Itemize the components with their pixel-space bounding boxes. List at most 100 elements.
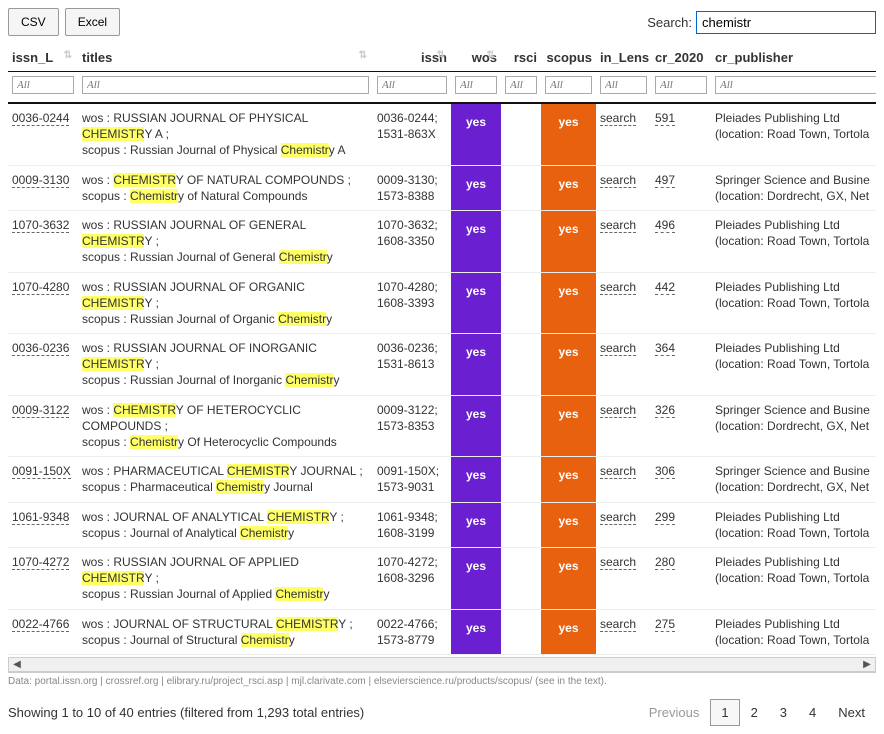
table-row: 0009-3130wos : CHEMISTRY OF NATURAL COMP… (8, 165, 876, 210)
titles-cell: wos : JOURNAL OF STRUCTURAL CHEMISTRY ;s… (78, 609, 373, 654)
pager-info: Showing 1 to 10 of 40 entries (filtered … (8, 705, 364, 720)
excel-button[interactable]: Excel (65, 8, 120, 36)
cr-publisher-cell: Springer Science and Busine(location: Do… (711, 395, 876, 457)
in-lens-link[interactable]: search (600, 280, 636, 295)
in-lens-link[interactable]: search (600, 218, 636, 233)
pager-page-2[interactable]: 2 (740, 699, 769, 726)
cr-2020-link[interactable]: 326 (655, 403, 675, 418)
cr-2020-link[interactable]: 364 (655, 341, 675, 356)
issn-l-link[interactable]: 1070-4280 (12, 280, 69, 295)
filter-row (8, 72, 876, 104)
in-lens-link[interactable]: search (600, 341, 636, 356)
filter-issn[interactable] (377, 76, 447, 94)
header-cr-publisher[interactable]: cr_publisher (711, 44, 876, 72)
filter-wos[interactable] (455, 76, 497, 94)
rsci-cell (501, 457, 541, 502)
in-lens-link[interactable]: search (600, 617, 636, 632)
rsci-cell (501, 165, 541, 210)
cr-2020-link[interactable]: 496 (655, 218, 675, 233)
table-row: 1070-3632 wos : RUSSIAN JOURNAL OF GENERA… (8, 210, 876, 272)
in-lens-link[interactable]: search (600, 464, 636, 479)
scopus-cell: yes (541, 165, 596, 210)
cr-2020-link[interactable]: 497 (655, 173, 675, 188)
filter-cr-publisher[interactable] (715, 76, 876, 94)
header-in-lens[interactable]: in_Lens (596, 44, 651, 72)
titles-cell: wos : RUSSIAN JOURNAL OF INORGANIC CHEMI… (78, 334, 373, 396)
data-table: issn_L titles issn wos rsci scopus in_Le… (8, 44, 876, 655)
csv-button[interactable]: CSV (8, 8, 59, 36)
table-row: 0036-0244 wos : RUSSIAN JOURNAL OF PHYSIC… (8, 103, 876, 165)
filter-in-lens[interactable] (600, 76, 647, 94)
filter-cr-2020[interactable] (655, 76, 707, 94)
header-wos[interactable]: wos (451, 44, 501, 72)
data-source-footer: Data: portal.issn.org | crossref.org | e… (8, 672, 876, 687)
in-lens-link[interactable]: search (600, 111, 636, 126)
filter-issn-l[interactable] (12, 76, 74, 94)
cr-2020-link[interactable]: 280 (655, 555, 675, 570)
pager-page-1[interactable]: 1 (710, 699, 739, 726)
cr-publisher-cell: Pleiades Publishing Ltd(location: Road T… (711, 609, 876, 654)
pager-page-3[interactable]: 3 (769, 699, 798, 726)
pager: Previous 1234 Next (638, 699, 876, 726)
issn-l-link[interactable]: 0009-3122 (12, 403, 69, 418)
cr-2020-link[interactable]: 275 (655, 617, 675, 632)
issn-cell: 0009-3122;1573-8353 (373, 395, 451, 457)
cr-2020-link[interactable]: 442 (655, 280, 675, 295)
header-issn-l[interactable]: issn_L (8, 44, 78, 72)
issn-l-link[interactable]: 0009-3130 (12, 173, 69, 188)
wos-cell: yes (451, 609, 501, 654)
pager-prev[interactable]: Previous (638, 699, 711, 726)
header-scopus[interactable]: scopus (541, 44, 596, 72)
cr-2020-link[interactable]: 591 (655, 111, 675, 126)
issn-l-link[interactable]: 0022-4766 (12, 617, 69, 632)
wos-cell: yes (451, 457, 501, 502)
table-row: 0009-3122 wos : CHEMISTRY OF HETEROCYCLIC… (8, 395, 876, 457)
search-input[interactable] (696, 11, 876, 34)
titles-cell: wos : RUSSIAN JOURNAL OF GENERAL CHEMIST… (78, 210, 373, 272)
filter-rsci[interactable] (505, 76, 537, 94)
header-issn[interactable]: issn (373, 44, 451, 72)
cr-publisher-cell: Pleiades Publishing Ltd(location: Road T… (711, 272, 876, 334)
issn-cell: 1061-9348;1608-3199 (373, 502, 451, 547)
scopus-cell: yes (541, 457, 596, 502)
cr-publisher-cell: Springer Science and Busine(location: Do… (711, 165, 876, 210)
issn-l-link[interactable]: 0036-0244 (12, 111, 69, 126)
cr-publisher-cell: Pleiades Publishing Ltd(location: Road T… (711, 547, 876, 609)
wos-cell: yes (451, 103, 501, 165)
in-lens-link[interactable]: search (600, 555, 636, 570)
issn-cell: 0036-0236;1531-8613 (373, 334, 451, 396)
wos-cell: yes (451, 272, 501, 334)
header-cr-2020[interactable]: cr_2020 (651, 44, 711, 72)
scopus-cell: yes (541, 395, 596, 457)
cr-2020-link[interactable]: 299 (655, 510, 675, 525)
titles-cell: wos : RUSSIAN JOURNAL OF PHYSICAL CHEMIS… (78, 103, 373, 165)
scopus-cell: yes (541, 272, 596, 334)
pager-page-4[interactable]: 4 (798, 699, 827, 726)
issn-l-link[interactable]: 1070-3632 (12, 218, 69, 233)
issn-l-link[interactable]: 1061-9348 (12, 510, 69, 525)
cr-2020-link[interactable]: 306 (655, 464, 675, 479)
filter-scopus[interactable] (545, 76, 592, 94)
issn-l-link[interactable]: 0091-150X (12, 464, 71, 479)
cr-publisher-cell: Pleiades Publishing Ltd(location: Road T… (711, 210, 876, 272)
horizontal-scrollbar[interactable]: ◀ ▶ (8, 657, 876, 672)
table-row: 1070-4272 wos : RUSSIAN JOURNAL OF APPLIE… (8, 547, 876, 609)
filter-titles[interactable] (82, 76, 369, 94)
titles-cell: wos : CHEMISTRY OF HETEROCYCLIC COMPOUND… (78, 395, 373, 457)
pager-next[interactable]: Next (827, 699, 876, 726)
rsci-cell (501, 502, 541, 547)
scroll-left-icon[interactable]: ◀ (9, 658, 25, 671)
issn-l-link[interactable]: 0036-0236 (12, 341, 69, 356)
issn-l-link[interactable]: 1070-4272 (12, 555, 69, 570)
scopus-cell: yes (541, 609, 596, 654)
scopus-cell: yes (541, 103, 596, 165)
scopus-cell: yes (541, 547, 596, 609)
titles-cell: wos : RUSSIAN JOURNAL OF APPLIED CHEMIST… (78, 547, 373, 609)
in-lens-link[interactable]: search (600, 403, 636, 418)
header-titles[interactable]: titles (78, 44, 373, 72)
in-lens-link[interactable]: search (600, 510, 636, 525)
header-rsci[interactable]: rsci (501, 44, 541, 72)
scroll-right-icon[interactable]: ▶ (859, 658, 875, 671)
wos-cell: yes (451, 502, 501, 547)
in-lens-link[interactable]: search (600, 173, 636, 188)
